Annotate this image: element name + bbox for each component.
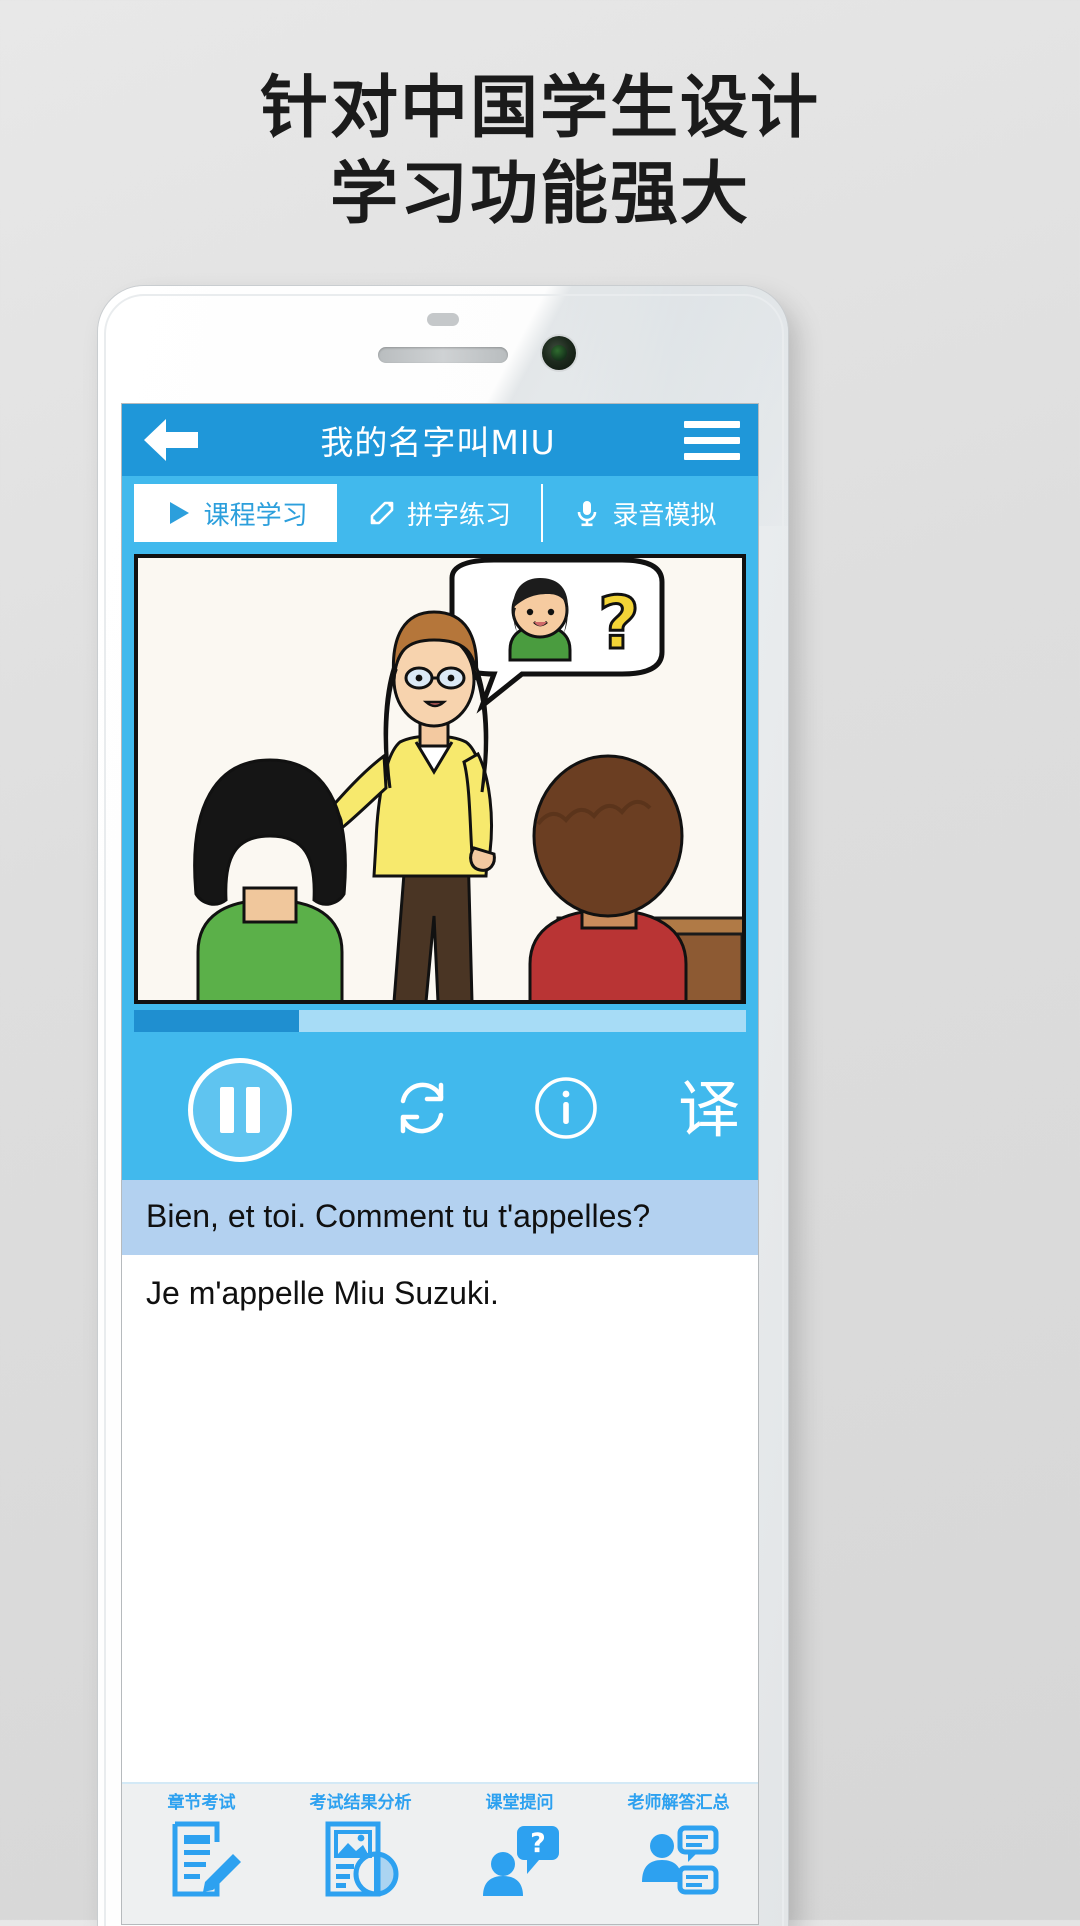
progress-fill: [134, 1010, 300, 1032]
bottom-label-class-question: 课堂提问: [485, 1793, 554, 1813]
bottom-item-class-question[interactable]: 课堂提问 ?: [445, 1788, 595, 1902]
tab-spelling-practice[interactable]: 拼字练习: [337, 484, 543, 542]
svg-text:?: ?: [598, 581, 640, 665]
headline-line-1: 针对中国学生设计: [259, 69, 820, 148]
report-chart-icon: [318, 1816, 404, 1902]
teacher-answers-icon: [636, 1816, 722, 1902]
page-title: 我的名字叫MIU: [320, 423, 556, 462]
comic-panel-container: ?: [122, 548, 758, 1004]
tab-label-recording-simulation: 录音模拟: [612, 500, 717, 531]
bottom-item-chapter-exam[interactable]: 章节考试: [127, 1788, 277, 1902]
tab-label-spelling-practice: 拼字练习: [406, 500, 511, 531]
tab-recording-simulation[interactable]: 录音模拟: [543, 484, 746, 542]
svg-text:?: ?: [530, 1828, 546, 1859]
bottom-label-teacher-answers: 老师解答汇总: [627, 1793, 730, 1813]
bottom-item-exam-analysis[interactable]: 考试结果分析: [286, 1788, 436, 1902]
document-pencil-icon: [159, 1816, 245, 1902]
microphone-icon: [572, 498, 602, 528]
pause-icon: [220, 1087, 260, 1133]
front-camera-icon: [542, 336, 576, 370]
phone-mockup: 我的名字叫MIU 课程学习 拼字练习 录音模拟 ? 译 Bien, et toi…: [98, 286, 788, 1926]
phone-screen: 我的名字叫MIU 课程学习 拼字练习 录音模拟 ? 译 Bien, et toi…: [122, 404, 758, 1924]
person-question-icon: ?: [477, 1816, 563, 1902]
bottom-label-exam-analysis: 考试结果分析: [309, 1793, 412, 1813]
subtitle-active-line: Bien, et toi. Comment tu t'appelles?: [122, 1180, 758, 1255]
proximity-sensor-icon: [427, 313, 459, 326]
info-button[interactable]: [524, 1068, 608, 1152]
info-circle-icon: [531, 1073, 601, 1148]
pencil-line-icon: [367, 498, 397, 528]
tab-label-course-study: 课程学习: [203, 500, 308, 531]
back-arrow-icon[interactable]: [140, 413, 202, 467]
page-headline: 针对中国学生设计 学习功能强大: [0, 66, 1080, 238]
headline-line-2: 学习功能强大: [329, 155, 750, 234]
play-triangle-icon: [164, 498, 194, 528]
earpiece-speaker-icon: [378, 347, 508, 363]
pause-button[interactable]: [188, 1058, 292, 1162]
app-bar: 我的名字叫MIU: [122, 404, 758, 476]
bottom-item-teacher-answers[interactable]: 老师解答汇总: [604, 1788, 754, 1902]
subtitle-next-line: Je m'appelle Miu Suzuki.: [122, 1255, 758, 1575]
repeat-button[interactable]: [380, 1068, 464, 1152]
player-controls: 译: [122, 1040, 758, 1180]
tab-course-study[interactable]: 课程学习: [134, 484, 338, 542]
bottom-label-chapter-exam: 章节考试: [167, 1793, 236, 1813]
translate-button[interactable]: 译: [664, 1065, 754, 1155]
playback-progress-slider[interactable]: [134, 1010, 746, 1032]
tab-bar: 课程学习 拼字练习 录音模拟: [122, 476, 758, 548]
lesson-illustration: ?: [134, 554, 746, 1004]
repeat-loop-icon: [387, 1073, 457, 1148]
translate-glyph-icon: 译: [677, 1073, 740, 1146]
bottom-toolbar: 章节考试 考试结果分析 课堂提问 ? 老师解答汇总: [122, 1782, 758, 1924]
progress-bar-container: [122, 1004, 758, 1040]
hamburger-menu-icon[interactable]: [684, 420, 740, 460]
